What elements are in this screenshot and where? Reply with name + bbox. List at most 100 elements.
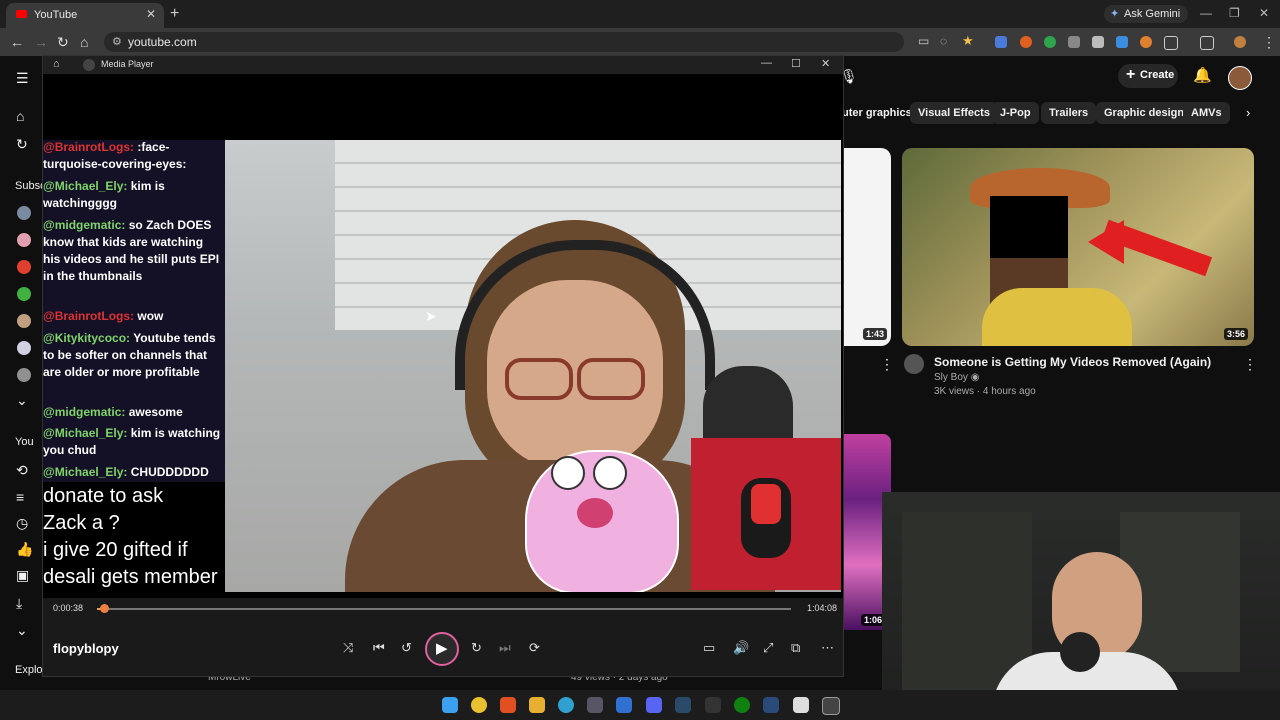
video-frame[interactable]: ➤ — [225, 140, 841, 592]
home-icon[interactable]: ⌂ — [80, 34, 88, 50]
create-button[interactable]: + Create — [1118, 64, 1178, 88]
shorts-icon[interactable]: ↻ — [16, 136, 28, 153]
menu-dots-icon[interactable]: ⋮ — [1262, 34, 1276, 51]
steam-icon[interactable] — [675, 697, 691, 713]
site-info-icon[interactable]: ⚙ — [112, 35, 122, 48]
video-title[interactable]: Someone is Getting My Videos Removed (Ag… — [934, 355, 1211, 369]
extension-puzzle-blue-icon[interactable] — [1116, 36, 1128, 48]
edge-icon[interactable] — [558, 697, 574, 713]
subscription-avatar[interactable] — [17, 206, 31, 220]
explore-heading: Explo — [15, 664, 43, 676]
chat-message: @Michael_Ely: CHUDDDDDD — [43, 464, 223, 481]
mini-player-icon[interactable]: ⧉ — [791, 640, 800, 656]
rewind-10-icon[interactable]: ↺ — [401, 640, 412, 656]
subtitles-icon[interactable]: ▭ — [703, 640, 715, 656]
chip[interactable]: J-Pop — [992, 102, 1039, 124]
chat-username: @Michael_Ely: — [43, 179, 128, 193]
subscription-avatar[interactable] — [17, 233, 31, 247]
chip[interactable]: uter graphics — [834, 102, 920, 124]
extension-fire-icon[interactable] — [1020, 36, 1032, 48]
show-more-chevron-icon[interactable]: ⌄ — [16, 392, 28, 409]
forward-30-icon[interactable]: ↻ — [471, 640, 482, 656]
extension-ruler-icon[interactable] — [1068, 36, 1080, 48]
app-icon[interactable] — [793, 697, 809, 713]
playlists-icon[interactable]: ≡ — [16, 489, 24, 505]
side-panel-icon[interactable] — [1200, 36, 1214, 50]
your-videos-icon[interactable]: ▣ — [16, 567, 29, 584]
mail-icon[interactable] — [616, 697, 632, 713]
store-icon[interactable] — [587, 697, 603, 713]
repeat-off-icon[interactable]: ⟳ — [529, 640, 540, 656]
hamburger-menu-icon[interactable]: ☰ — [16, 70, 29, 87]
url-bar[interactable]: ⚙ youtube.com — [104, 32, 904, 52]
profile-avatar-icon[interactable] — [1234, 36, 1246, 48]
home-nav-icon[interactable]: ⌂ — [16, 108, 24, 124]
play-button[interactable]: ▶ — [425, 632, 459, 666]
extensions-puzzle-icon[interactable] — [1164, 36, 1178, 50]
notifications-bell-icon[interactable]: 🔔 — [1193, 66, 1212, 84]
subscription-avatar[interactable] — [17, 287, 31, 301]
seek-bar[interactable] — [97, 608, 791, 610]
history-icon[interactable]: ⟲ — [16, 462, 28, 479]
more-options-icon[interactable]: ⋯ — [821, 640, 834, 656]
back-icon[interactable]: ← — [10, 34, 24, 50]
minimize-icon[interactable]: — — [761, 57, 772, 69]
fullscreen-icon[interactable]: ⤢ — [763, 640, 773, 656]
downloads-icon[interactable]: ⤓ — [16, 595, 22, 612]
previous-icon[interactable]: ⏮ — [373, 640, 385, 656]
epic-games-icon[interactable] — [705, 697, 721, 713]
cast-icon[interactable]: ▭ — [918, 34, 929, 48]
video-thumbnail[interactable]: 1:43 — [842, 148, 891, 346]
channel-name[interactable]: Sly Boy ◉ — [934, 372, 979, 383]
subscription-avatar[interactable] — [17, 341, 31, 355]
chips-next-icon[interactable]: › — [1246, 105, 1250, 120]
close-icon[interactable]: ✕ — [1259, 6, 1269, 20]
video-thumbnail[interactable]: 3:56 — [902, 148, 1254, 346]
minimize-icon[interactable]: — — [1200, 6, 1212, 20]
chip[interactable]: Trailers — [1041, 102, 1097, 124]
home-icon[interactable]: ⌂ — [53, 58, 60, 70]
chrome-icon[interactable] — [471, 697, 487, 713]
show-more-chevron-icon[interactable]: ⌄ — [16, 622, 28, 639]
subscription-avatar[interactable] — [17, 368, 31, 382]
channel-avatar[interactable] — [904, 354, 924, 374]
steam-icon[interactable] — [763, 697, 779, 713]
maximize-icon[interactable]: ☐ — [791, 57, 801, 70]
extension-grammar-icon[interactable] — [1044, 36, 1056, 48]
chat-username: @Michael_Ely: — [43, 465, 128, 479]
xbox-icon[interactable] — [734, 697, 750, 713]
file-explorer-icon[interactable] — [529, 697, 545, 713]
close-icon[interactable]: ✕ — [821, 57, 830, 70]
chip[interactable]: AMVs — [1183, 102, 1230, 124]
subscription-avatar[interactable] — [17, 314, 31, 328]
liked-videos-icon[interactable]: 👍 — [16, 541, 33, 558]
volume-icon[interactable]: 🔊 — [733, 640, 749, 656]
brave-icon[interactable] — [500, 697, 516, 713]
chip[interactable]: Visual Effects — [910, 102, 998, 124]
ask-gemini-button[interactable]: ✦ Ask Gemini — [1104, 5, 1188, 23]
tab-youtube[interactable]: YouTube ✕ — [6, 3, 164, 28]
chip[interactable]: Graphic design — [1096, 102, 1193, 124]
maximize-icon[interactable]: ❐ — [1229, 6, 1240, 20]
video-meta: 3K views · 4 hours ago — [934, 386, 1036, 397]
extension-translate-icon[interactable] — [995, 36, 1007, 48]
tab-close-icon[interactable]: ✕ — [146, 7, 156, 21]
discord-icon[interactable] — [646, 697, 662, 713]
windows-start-icon[interactable] — [442, 697, 458, 713]
shuffle-icon[interactable]: ⤨ — [343, 640, 353, 656]
account-avatar[interactable] — [1228, 66, 1252, 90]
eye-off-icon[interactable]: ◌ — [940, 34, 947, 48]
seek-thumb[interactable] — [100, 604, 109, 613]
more-options-icon[interactable]: ⋮ — [880, 356, 894, 373]
reload-icon[interactable]: ↻ — [57, 34, 69, 51]
more-options-icon[interactable]: ⋮ — [1243, 356, 1257, 373]
subscription-avatar[interactable] — [17, 260, 31, 274]
new-tab-button[interactable]: + — [170, 5, 179, 23]
bookmark-star-icon[interactable]: ★ — [962, 33, 974, 49]
forward-icon[interactable]: → — [34, 34, 48, 50]
next-icon[interactable]: ⏭ — [499, 640, 511, 656]
extension-camera-icon[interactable] — [1092, 36, 1104, 48]
watch-later-icon[interactable]: ◷ — [16, 515, 28, 532]
media-player-taskbar-icon[interactable] — [822, 697, 840, 715]
extension-orange-icon[interactable] — [1140, 36, 1152, 48]
